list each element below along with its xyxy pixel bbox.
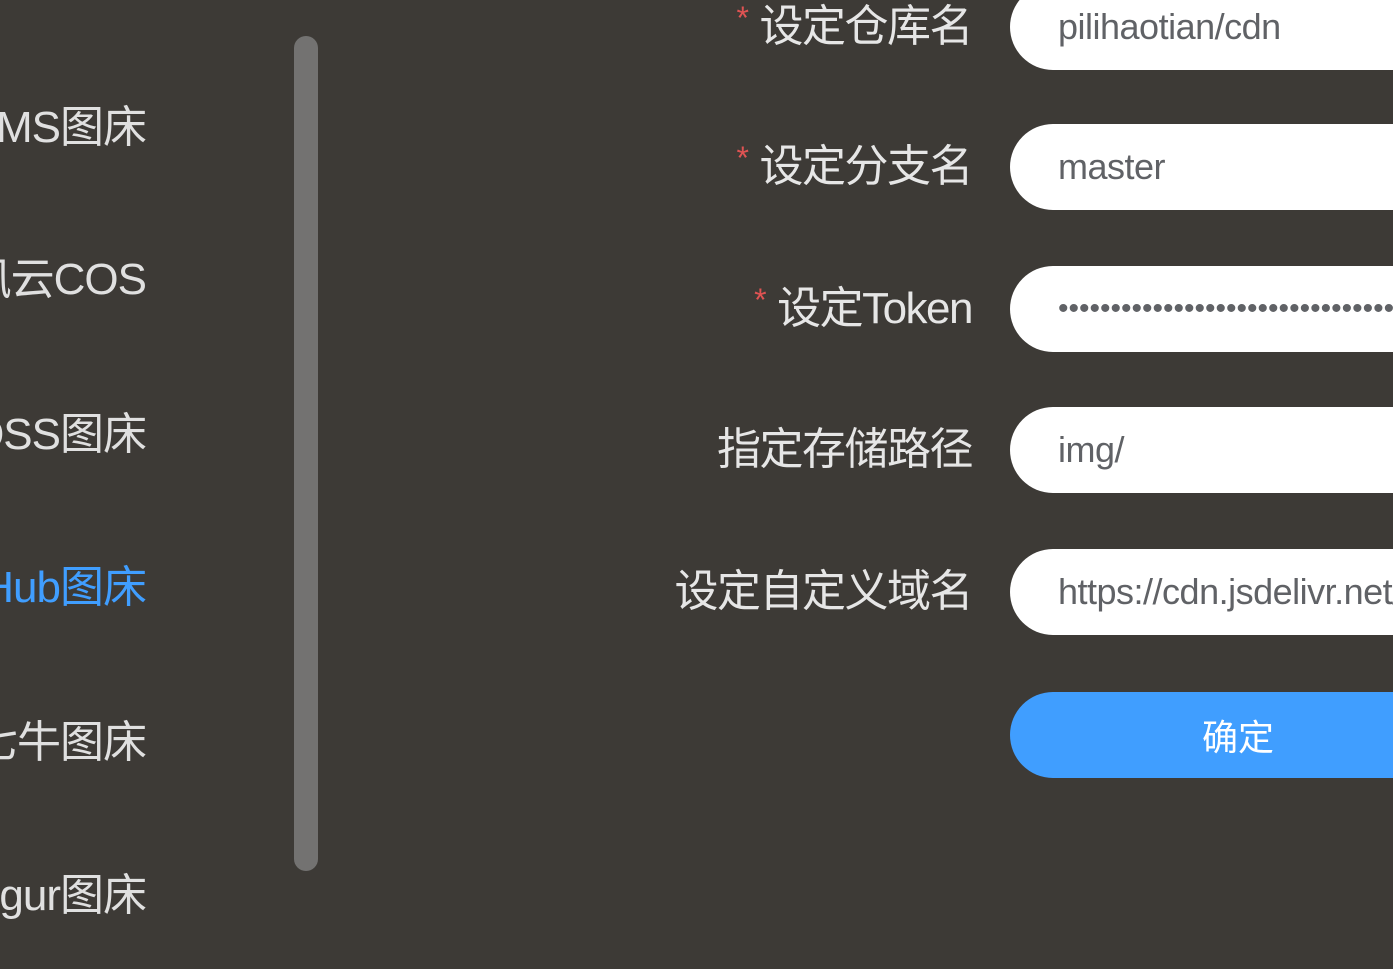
required-mark: * (736, 140, 749, 176)
form-row-branch: * 设定分支名 (0, 124, 1393, 210)
repo-input[interactable] (1010, 0, 1393, 70)
sidebar-item-imgur[interactable]: Imgur图床 (0, 866, 147, 926)
required-mark: * (754, 282, 766, 318)
branch-input[interactable] (1010, 124, 1393, 210)
repo-label-text: 设定仓库名 (759, 2, 974, 51)
settings-window: LSKY PRO/SM.MS图床 腾讯云COS 阿里云OSS图床 GitHub图… (0, 0, 1393, 969)
confirm-button[interactable]: 确定 (1010, 692, 1393, 778)
form-row-path: 指定存储路径 (0, 407, 1393, 493)
form-row-repo: * 设定仓库名 (0, 0, 1393, 70)
form-row-domain: 设定自定义域名 (0, 549, 1393, 635)
sidebar-item-qiniu[interactable]: 七牛图床 (0, 713, 147, 773)
path-label: 指定存储路径 (717, 425, 974, 474)
token-label-text: 设定Token (777, 284, 973, 333)
repo-label: * 设定仓库名 (736, 0, 974, 70)
required-mark: * (736, 0, 749, 36)
token-label: * 设定Token (754, 266, 973, 352)
token-input[interactable] (1010, 266, 1393, 352)
form-row-token: * 设定Token (0, 266, 1393, 352)
branch-label-text: 设定分支名 (759, 142, 974, 191)
domain-input[interactable] (1010, 549, 1393, 635)
path-input[interactable] (1010, 407, 1393, 493)
branch-label: * 设定分支名 (736, 124, 974, 210)
domain-label: 设定自定义域名 (674, 567, 974, 616)
